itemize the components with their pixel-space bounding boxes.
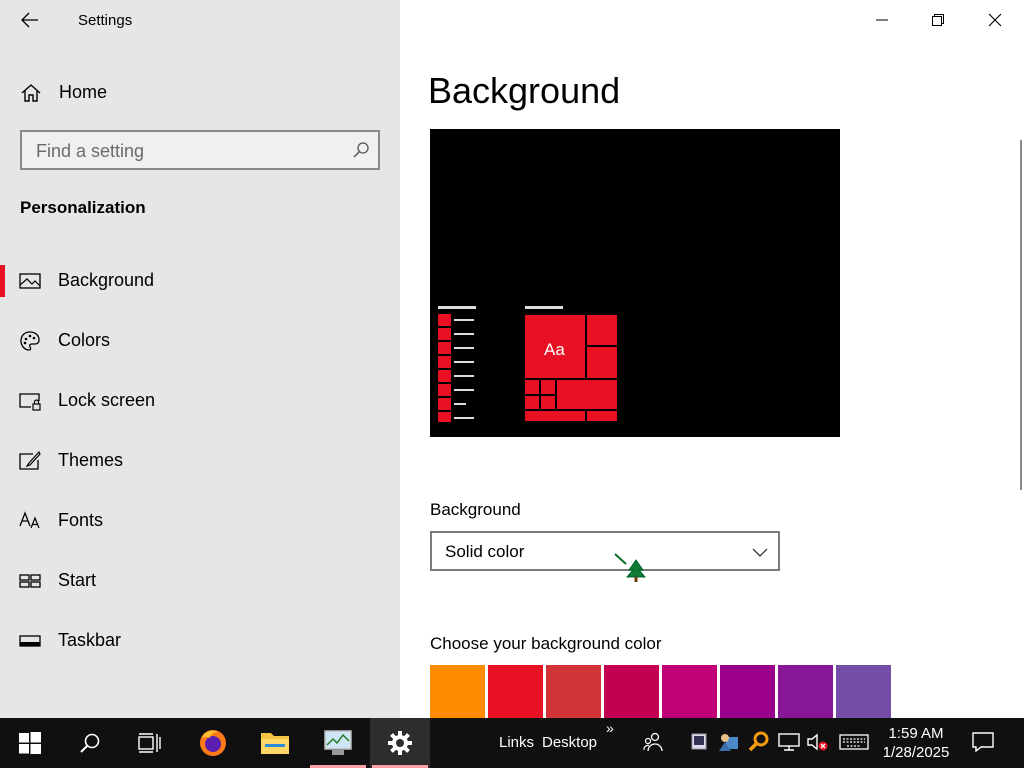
back-arrow-icon — [21, 12, 38, 28]
color-swatch[interactable] — [778, 665, 833, 718]
sidebar-item-taskbar[interactable]: Taskbar — [0, 619, 400, 663]
restore-button[interactable] — [918, 4, 958, 36]
color-swatch[interactable] — [488, 665, 543, 718]
sidebar-item-start[interactable]: Start — [0, 559, 400, 603]
tray-app-button[interactable] — [688, 731, 710, 753]
tray-network-app-button[interactable] — [718, 731, 740, 753]
background-dropdown[interactable]: Solid color — [430, 531, 780, 571]
main-content: Background Aa Background Solid color Cho… — [400, 0, 1024, 718]
clock-time: 1:59 AM — [888, 725, 944, 742]
fonts-icon — [19, 511, 40, 529]
color-swatch[interactable] — [546, 665, 601, 718]
minimize-icon — [876, 19, 888, 21]
preview-tile-text: Aa — [544, 340, 565, 359]
image-icon — [19, 273, 41, 289]
search-icon — [80, 733, 100, 753]
firefox-button[interactable] — [183, 718, 243, 768]
volume-button[interactable] — [806, 731, 828, 753]
start-icon — [19, 574, 41, 588]
sidebar-item-lock-screen[interactable]: Lock screen — [0, 379, 400, 423]
toolbar-overflow-button[interactable]: » — [606, 720, 614, 736]
background-label: Background — [430, 500, 521, 519]
tree-cursor-icon — [614, 553, 647, 582]
minimize-button[interactable] — [862, 4, 902, 36]
search-placeholder: Find a setting — [36, 141, 145, 161]
task-view-icon — [138, 733, 161, 753]
sidebar-item-label: Fonts — [58, 510, 104, 530]
clock-date: 1/28/2025 — [882, 744, 950, 761]
desktop-toolbar[interactable]: Desktop — [542, 734, 597, 751]
close-button[interactable] — [975, 4, 1015, 36]
color-swatches — [430, 665, 891, 718]
file-explorer-button[interactable] — [245, 718, 305, 768]
touch-keyboard-button[interactable] — [839, 731, 869, 753]
app-title: Settings — [78, 12, 133, 29]
sidebar-item-colors[interactable]: Colors — [0, 319, 400, 363]
sidebar-item-themes[interactable]: Themes — [0, 439, 400, 483]
settings-taskbar-button[interactable] — [370, 718, 430, 768]
magnifier-icon — [748, 731, 769, 752]
sidebar-item-fonts[interactable]: Fonts — [0, 499, 400, 543]
title-bar: Settings — [0, 0, 400, 40]
color-swatch[interactable] — [836, 665, 891, 718]
tray-search-app-button[interactable] — [748, 731, 770, 753]
sidebar-item-label: Lock screen — [58, 390, 156, 410]
sidebar-item-label: Start — [58, 570, 97, 590]
home-nav-item[interactable]: Home — [0, 72, 400, 112]
color-swatch[interactable] — [720, 665, 775, 718]
folder-icon — [261, 733, 289, 754]
themes-icon — [19, 450, 41, 470]
color-swatch[interactable] — [662, 665, 717, 718]
home-label: Home — [59, 82, 108, 102]
sidebar-item-background[interactable]: Background — [0, 259, 400, 303]
windows-logo-icon — [19, 732, 41, 754]
search-input[interactable]: Find a setting — [20, 130, 380, 170]
task-manager-button[interactable] — [308, 718, 368, 768]
color-swatch[interactable] — [430, 665, 485, 718]
gear-icon — [388, 731, 412, 755]
notification-icon — [972, 732, 994, 752]
restore-icon — [932, 14, 944, 26]
palette-icon — [20, 331, 40, 351]
close-icon — [988, 13, 1002, 27]
scrollbar[interactable] — [1020, 140, 1022, 490]
keyboard-icon — [839, 734, 869, 750]
sidebar-item-label: Themes — [58, 450, 124, 470]
task-view-button[interactable] — [120, 718, 180, 768]
back-button[interactable] — [14, 8, 46, 32]
color-swatch[interactable] — [604, 665, 659, 718]
sidebar-item-label: Background — [58, 270, 155, 290]
links-toolbar[interactable]: Links — [499, 734, 534, 751]
network-button[interactable] — [778, 731, 800, 753]
clock[interactable]: 1:59 AM 1/28/2025 — [880, 724, 952, 762]
people-button[interactable] — [643, 731, 665, 753]
sidebar: Settings Home Find a setting Personaliza… — [0, 0, 400, 718]
sidebar-item-label: Colors — [58, 330, 111, 350]
start-menu-preview-icon — [438, 306, 617, 422]
color-section-label: Choose your background color — [430, 634, 662, 653]
section-title: Personalization — [20, 198, 146, 217]
volume-muted-icon — [807, 733, 828, 751]
chevron-down-icon — [752, 548, 768, 557]
home-icon — [21, 84, 41, 102]
people-icon — [643, 732, 663, 752]
lock-screen-icon — [19, 393, 41, 411]
taskbar-icon — [19, 635, 41, 647]
window-app-icon — [691, 733, 707, 750]
monitor-chart-icon — [324, 730, 352, 755]
action-center-button[interactable] — [972, 731, 994, 753]
page-title: Background — [428, 70, 621, 111]
start-button[interactable] — [0, 718, 60, 768]
firefox-icon — [200, 730, 226, 756]
network-user-icon — [719, 734, 738, 751]
search-button[interactable] — [60, 718, 120, 768]
background-dropdown-value: Solid color — [445, 542, 525, 561]
background-preview: Aa — [430, 129, 840, 437]
search-icon — [353, 142, 369, 158]
sidebar-item-label: Taskbar — [58, 630, 122, 650]
taskbar: Links Desktop » 1:59 AM 1/28/2025 — [0, 718, 1024, 768]
network-icon — [778, 733, 800, 751]
